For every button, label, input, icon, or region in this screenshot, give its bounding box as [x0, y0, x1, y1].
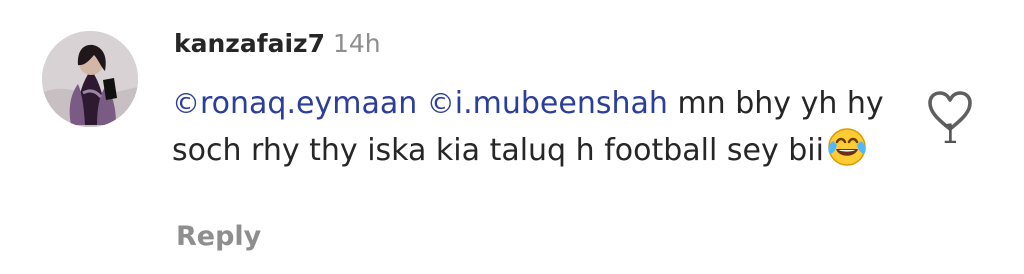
- comment-item: kanzafaiz7 14h ©ronaq.eymaan ©i.mubeensha…: [0, 0, 1024, 274]
- reply-button[interactable]: Reply: [176, 219, 261, 255]
- mention-icon: ©: [172, 87, 200, 120]
- face-with-tears-of-joy-icon: [825, 125, 869, 169]
- username[interactable]: kanzafaiz7: [174, 29, 325, 58]
- mention-link[interactable]: ©ronaq.eymaan: [172, 86, 417, 121]
- like-count: 1: [941, 119, 959, 150]
- mention-username: ronaq.eymaan: [200, 86, 418, 121]
- comment-header: kanzafaiz7 14h: [174, 26, 381, 62]
- mention-link[interactable]: ©i.mubeenshah: [427, 86, 668, 121]
- timestamp: 14h: [332, 29, 381, 58]
- mention-username: i.mubeenshah: [454, 86, 668, 121]
- mention-icon: ©: [426, 87, 455, 120]
- avatar[interactable]: [42, 31, 138, 127]
- comment-text: ©ronaq.eymaan ©i.mubeenshah mn bhy yh hy…: [172, 82, 892, 172]
